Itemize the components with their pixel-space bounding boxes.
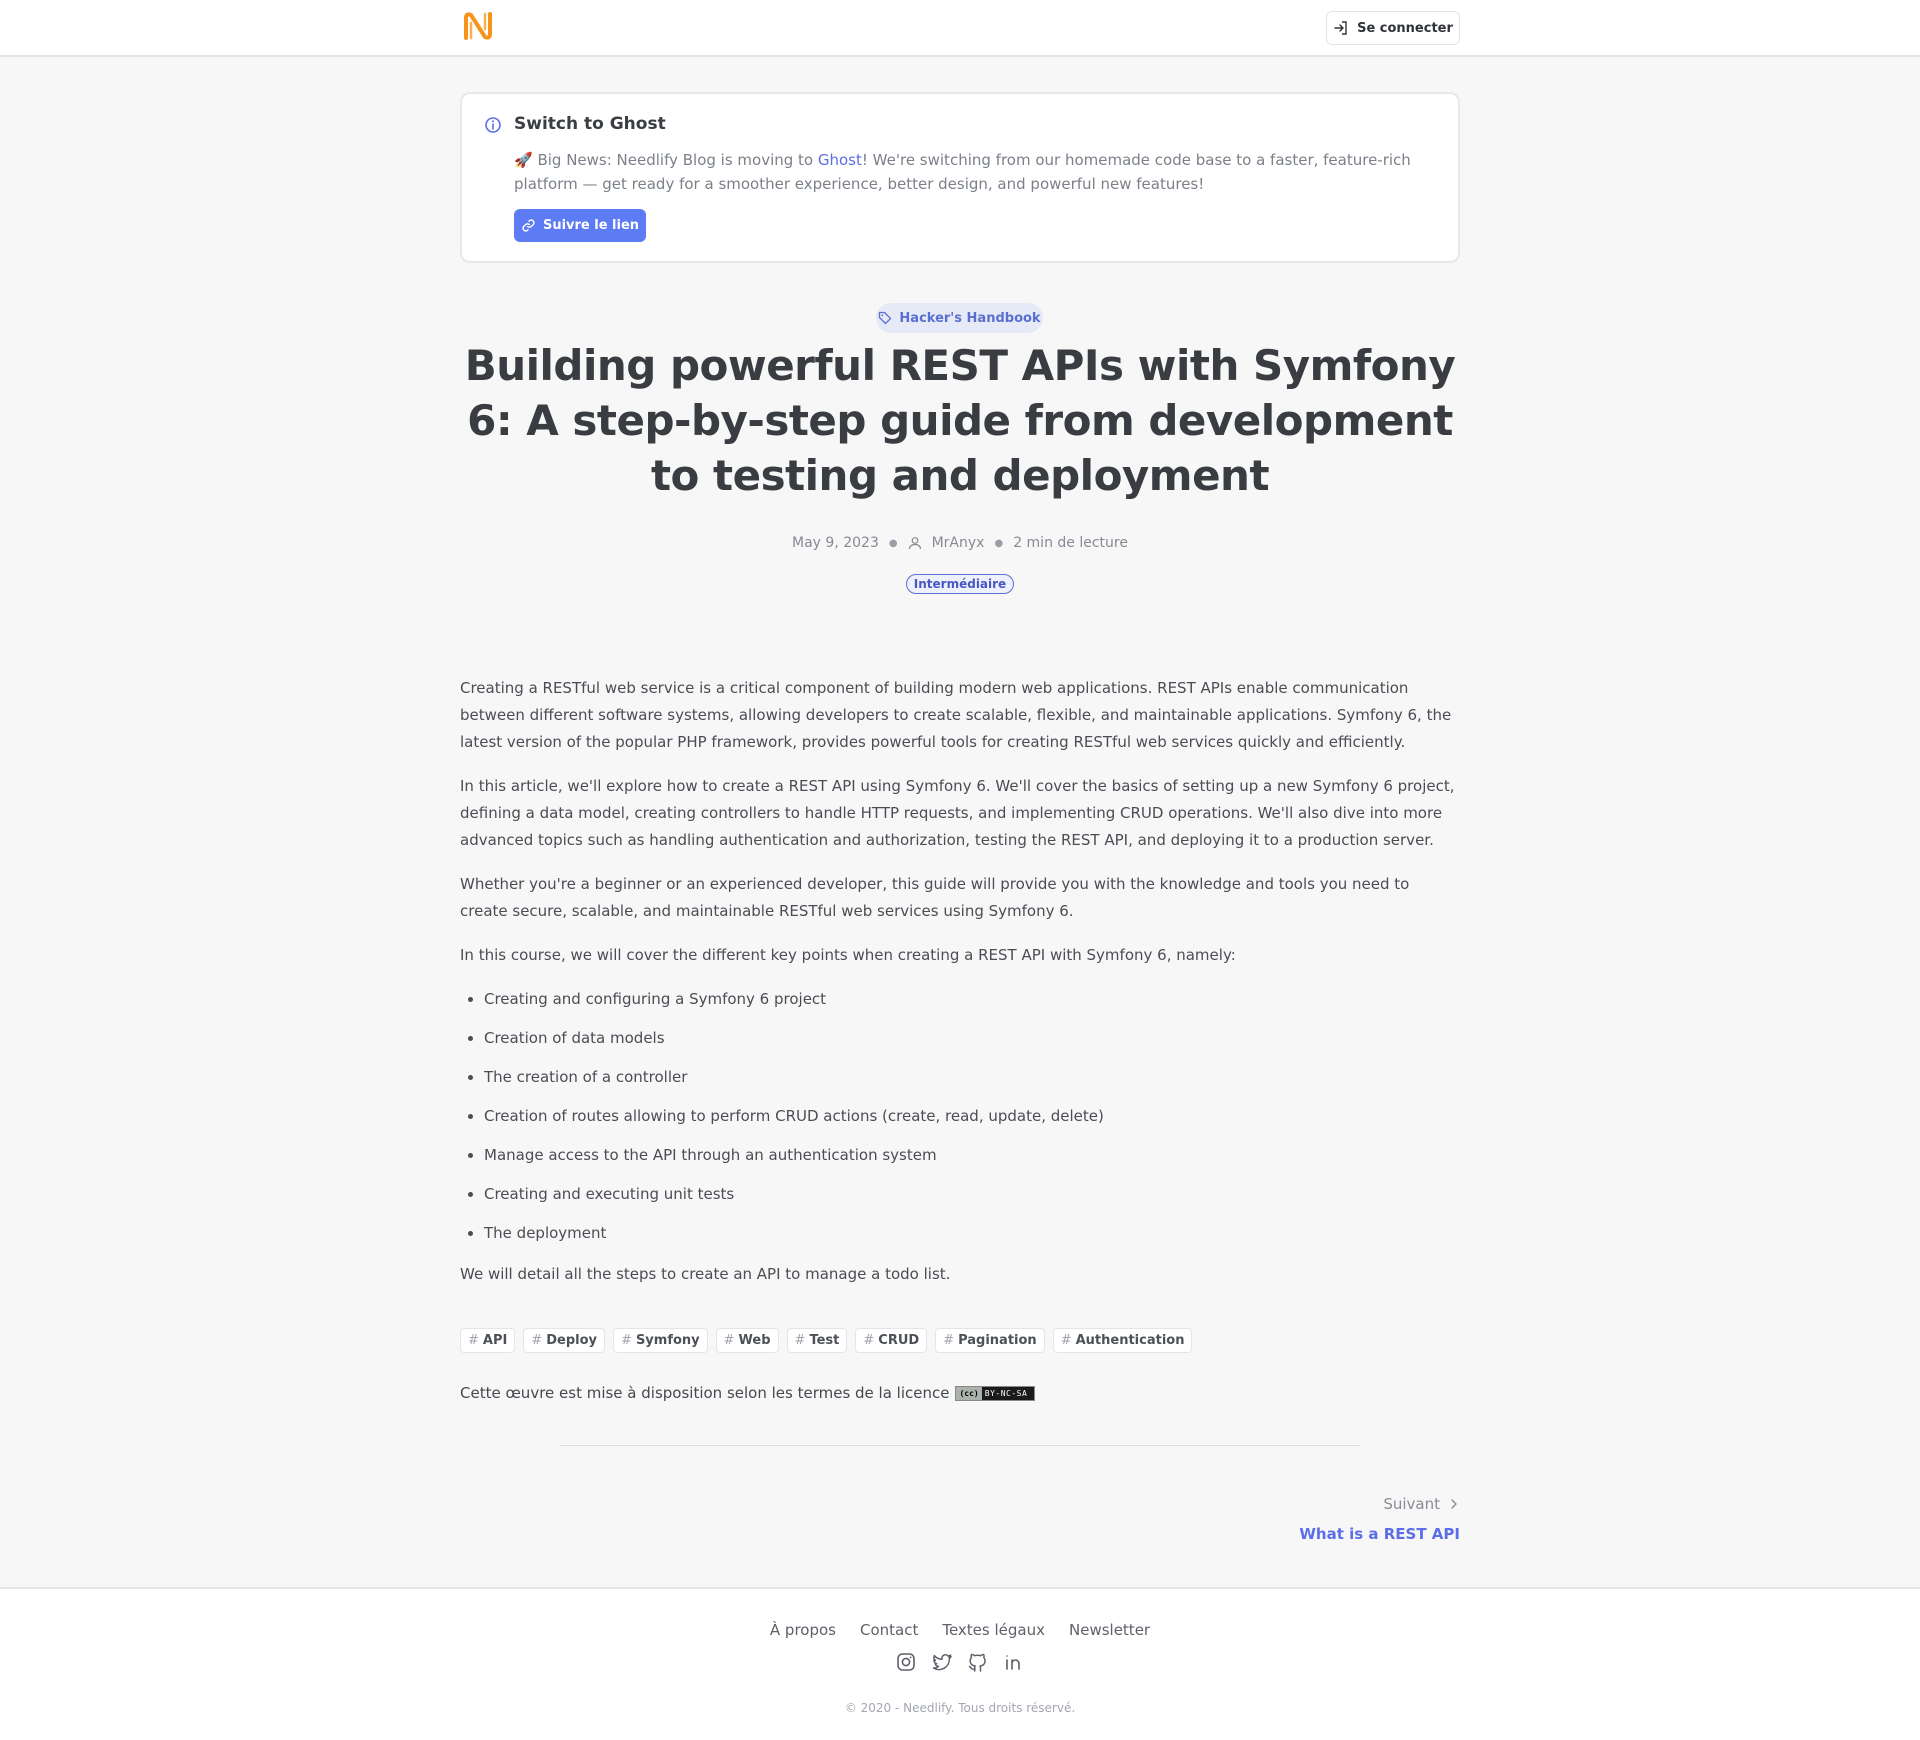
- article-paragraph: In this article, we'll explore how to cr…: [460, 777, 1455, 849]
- list-item: The deployment: [484, 1220, 1460, 1247]
- post-date: May 9, 2023: [792, 535, 879, 551]
- footer-link-about[interactable]: À propos: [770, 1621, 836, 1639]
- hash-icon: #: [468, 1333, 479, 1348]
- list-item: Creating and configuring a Symfony 6 pro…: [484, 986, 1460, 1013]
- tag-symfony[interactable]: # Symfony: [613, 1328, 708, 1353]
- meta-separator: ●: [888, 537, 898, 549]
- hash-icon: #: [723, 1333, 735, 1348]
- instagram-icon[interactable]: [895, 1651, 917, 1673]
- announcement-card: Switch to Ghost 🚀 Big News: Needlify Blo…: [460, 92, 1460, 263]
- cc-icon: (cc): [956, 1386, 982, 1400]
- post-title: Building powerful REST APIs with Symfony…: [464, 341, 1456, 500]
- twitter-icon[interactable]: [931, 1651, 953, 1673]
- tag-label: Pagination: [958, 1333, 1037, 1348]
- cc-license-badge[interactable]: (cc) BY-NC-SA: [955, 1385, 1036, 1401]
- post-author[interactable]: MrAnyx: [932, 535, 985, 551]
- tag-icon: [879, 311, 892, 325]
- list-item: Creation of data models: [484, 1025, 1460, 1052]
- article-closing: We will detail all the steps to create a…: [460, 1265, 951, 1283]
- page-footer: À propos Contact Textes légaux Newslette…: [0, 1587, 1920, 1740]
- list-item: Creating and executing unit tests: [484, 1181, 1460, 1208]
- announcement-body: 🚀 Big News: Needlify Blog is moving to G…: [514, 148, 1434, 196]
- hash-icon: #: [621, 1333, 632, 1348]
- ghost-link[interactable]: Ghost: [818, 151, 862, 169]
- tag-label: Test: [809, 1333, 840, 1348]
- github-icon[interactable]: [967, 1651, 989, 1673]
- cc-badge-label: BY-NC-SA: [984, 1388, 1028, 1398]
- footer-link-contact[interactable]: Contact: [860, 1621, 918, 1639]
- announcement-title: Switch to Ghost: [514, 114, 666, 134]
- tag-pagination[interactable]: # Pagination: [935, 1328, 1045, 1353]
- hash-icon: #: [943, 1333, 955, 1348]
- announcement-text-prefix: 🚀 Big News: Needlify Blog is moving to: [514, 151, 818, 169]
- tag-label: Deploy: [546, 1333, 598, 1348]
- list-item: Manage access to the API through an auth…: [484, 1142, 1460, 1169]
- user-icon: [908, 537, 921, 550]
- key-points-list: Creating and configuring a Symfony 6 pro…: [484, 986, 1460, 1247]
- login-button[interactable]: Se connecter: [1326, 11, 1460, 45]
- list-item: The creation of a controller: [484, 1064, 1460, 1091]
- social-links: [0, 1651, 1920, 1673]
- hash-icon: #: [794, 1333, 806, 1348]
- next-post-link[interactable]: What is a REST API: [1200, 1525, 1460, 1543]
- tag-authentication[interactable]: # Authentication: [1052, 1328, 1193, 1353]
- copyright-text: © 2020 - Needlify. Tous droits réservé.: [844, 1701, 1076, 1715]
- tag-list: # API # Deploy # Symfony # Web # Test # CRUD #…: [460, 1328, 1193, 1353]
- tag-label: Symfony: [635, 1333, 700, 1348]
- tag-label: API: [482, 1333, 508, 1348]
- link-icon: [522, 219, 535, 232]
- tag-label: Web: [738, 1333, 771, 1348]
- footer-link-legal[interactable]: Textes légaux: [942, 1621, 1045, 1639]
- reading-time: 2 min de lecture: [1013, 535, 1128, 551]
- list-item: Creation of routes allowing to perform C…: [484, 1103, 1460, 1130]
- footer-link-newsletter[interactable]: Newsletter: [1069, 1621, 1150, 1639]
- article-paragraph: In this course, we will cover the differ…: [460, 946, 1236, 964]
- linkedin-icon[interactable]: [1003, 1651, 1025, 1673]
- post-meta: May 9, 2023 ● MrAnyx ● 2 min de lecture: [460, 535, 1460, 551]
- footer-links: À propos Contact Textes légaux Newslette…: [0, 1621, 1920, 1639]
- next-post-label: Suivant: [1360, 1495, 1460, 1513]
- next-label-text: Suivant: [1383, 1495, 1440, 1513]
- tag-web[interactable]: # Web: [715, 1328, 779, 1353]
- license-notice: Cette œuvre est mise à disposition selon…: [460, 1384, 1036, 1402]
- tag-label: Authentication: [1075, 1333, 1185, 1348]
- meta-separator: ●: [994, 537, 1004, 549]
- login-label: Se connecter: [1357, 20, 1453, 36]
- category-badge[interactable]: Hacker's Handbook: [876, 303, 1043, 333]
- hash-icon: #: [863, 1333, 875, 1348]
- article-paragraph: Creating a RESTful web service is a crit…: [460, 679, 1452, 751]
- article-paragraph: Whether you're a beginner or an experien…: [460, 875, 1410, 920]
- tag-label: CRUD: [878, 1333, 920, 1348]
- section-divider: [560, 1445, 1360, 1446]
- license-text: Cette œuvre est mise à disposition selon…: [460, 1384, 950, 1402]
- follow-link-button[interactable]: Suivre le lien: [514, 209, 646, 242]
- top-navbar: Se connecter: [0, 0, 1920, 57]
- hash-icon: #: [1060, 1333, 1072, 1348]
- info-icon: [485, 117, 501, 133]
- follow-link-label: Suivre le lien: [542, 218, 640, 233]
- chevron-right-icon: [1451, 1499, 1457, 1509]
- needlify-logo[interactable]: [460, 8, 496, 44]
- login-icon: [1334, 21, 1347, 35]
- category-label: Hacker's Handbook: [899, 310, 1041, 326]
- article-body: Creating a RESTful web service is a crit…: [460, 675, 1460, 1305]
- logo-mark: [464, 12, 492, 40]
- difficulty-badge: Intermédiaire: [906, 574, 1014, 594]
- tag-crud[interactable]: # CRUD: [855, 1328, 928, 1353]
- tag-deploy[interactable]: # Deploy: [523, 1328, 606, 1353]
- tag-test[interactable]: # Test: [786, 1328, 848, 1353]
- hash-icon: #: [531, 1333, 543, 1348]
- tag-api[interactable]: # API: [460, 1328, 516, 1353]
